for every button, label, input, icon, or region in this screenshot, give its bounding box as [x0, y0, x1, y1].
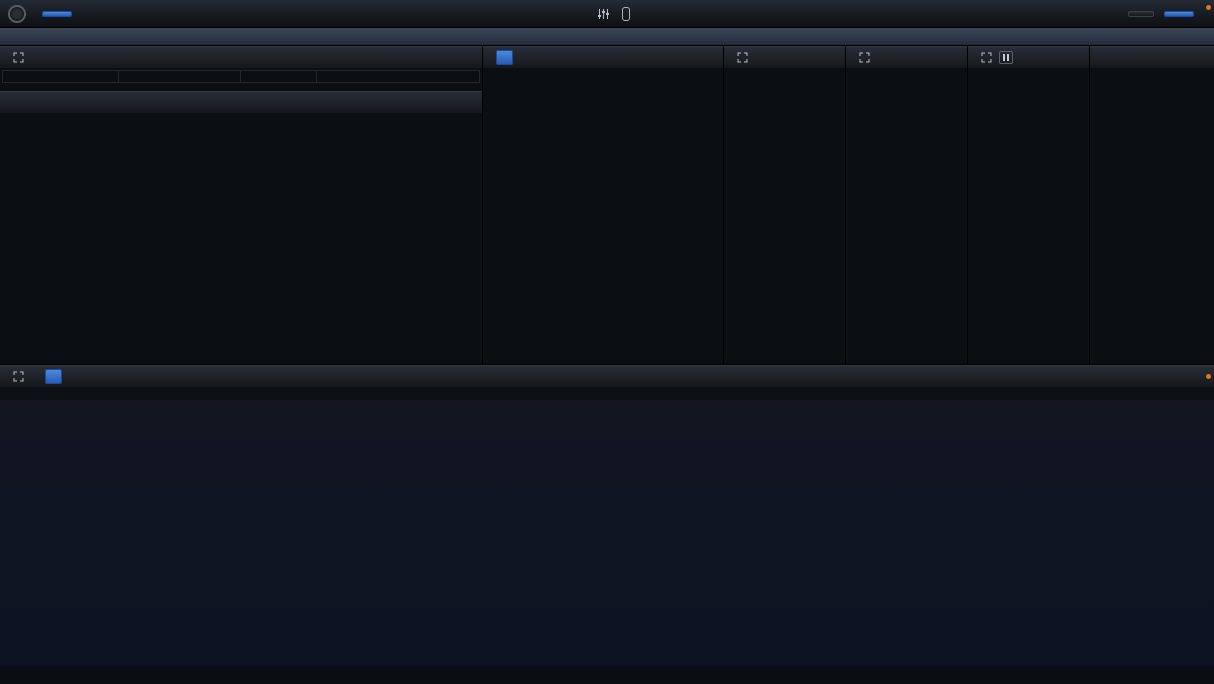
- tp-meter-panel: [846, 46, 967, 364]
- rms-max-value: [724, 68, 845, 82]
- statistics-table: [2, 70, 480, 83]
- rms-footer-label: [724, 350, 845, 364]
- loudness-meter-header: [968, 46, 1089, 68]
- tp-max-value: [846, 68, 967, 82]
- metering-history-panel: [0, 364, 1214, 684]
- input-info-bar: [0, 28, 1214, 46]
- alert-dot-history: [1206, 374, 1211, 379]
- tp-footer-label: [846, 350, 967, 364]
- loudness-m-value: [982, 68, 1029, 82]
- sliders-icon[interactable]: [596, 7, 610, 21]
- expand-icon[interactable]: [859, 52, 870, 63]
- play-button[interactable]: [496, 50, 513, 65]
- history-header: [0, 365, 1214, 387]
- layout-button[interactable]: [1128, 11, 1154, 17]
- history-play-button[interactable]: [45, 369, 62, 384]
- main-panels: [0, 46, 1214, 364]
- expand-icon[interactable]: [981, 52, 992, 63]
- alert-dot: [1206, 5, 1211, 10]
- loudness-meter-body: [968, 82, 1089, 339]
- offline-processing-panel: [483, 46, 723, 364]
- s-channel-label: [1029, 339, 1076, 350]
- expand-icon[interactable]: [737, 52, 748, 63]
- history-time-axis[interactable]: [0, 666, 1214, 682]
- rms-header: [724, 46, 845, 68]
- top-toolbar: [0, 0, 1214, 28]
- col-header-max: [317, 71, 480, 83]
- metering-statistics-button[interactable]: [1164, 11, 1194, 17]
- col-header-mean: [241, 71, 317, 83]
- expand-icon[interactable]: [13, 52, 24, 63]
- hardware-input-button[interactable]: [42, 11, 72, 17]
- incidents-header: [0, 91, 482, 113]
- m-channel-label: [982, 339, 1029, 350]
- loudness-bar-labels: [968, 339, 1089, 350]
- tp-header: [846, 46, 967, 68]
- loudness-readout-panel: [1090, 46, 1214, 364]
- col-header-min: [119, 71, 241, 83]
- loudness-s-value: [1029, 68, 1076, 82]
- history-chart[interactable]: [0, 400, 1214, 666]
- loudness-readout-body: [1090, 68, 1214, 90]
- toolbar-right: [1128, 11, 1194, 17]
- history-info-row: [0, 387, 1214, 400]
- pause-icon[interactable]: [999, 51, 1013, 64]
- expand-icon[interactable]: [13, 371, 24, 382]
- tp-meter-body: [846, 82, 967, 350]
- loudness-readout-header: [1090, 46, 1214, 68]
- audio-source-icon[interactable]: [8, 5, 26, 23]
- statistics-panel: [0, 46, 482, 364]
- loudness-footer-label: [968, 350, 1089, 364]
- rms-meter-body: [724, 82, 845, 350]
- loudness-values: [968, 68, 1089, 82]
- loudness-meter-panel: [968, 46, 1089, 364]
- incidents-empty-area: [0, 113, 482, 233]
- statistics-header: [0, 46, 482, 68]
- offline-header: [483, 46, 723, 68]
- rms-meter-panel: [724, 46, 845, 364]
- io-routing-icon[interactable]: [622, 7, 630, 21]
- toolbar-center-icons: [584, 7, 630, 21]
